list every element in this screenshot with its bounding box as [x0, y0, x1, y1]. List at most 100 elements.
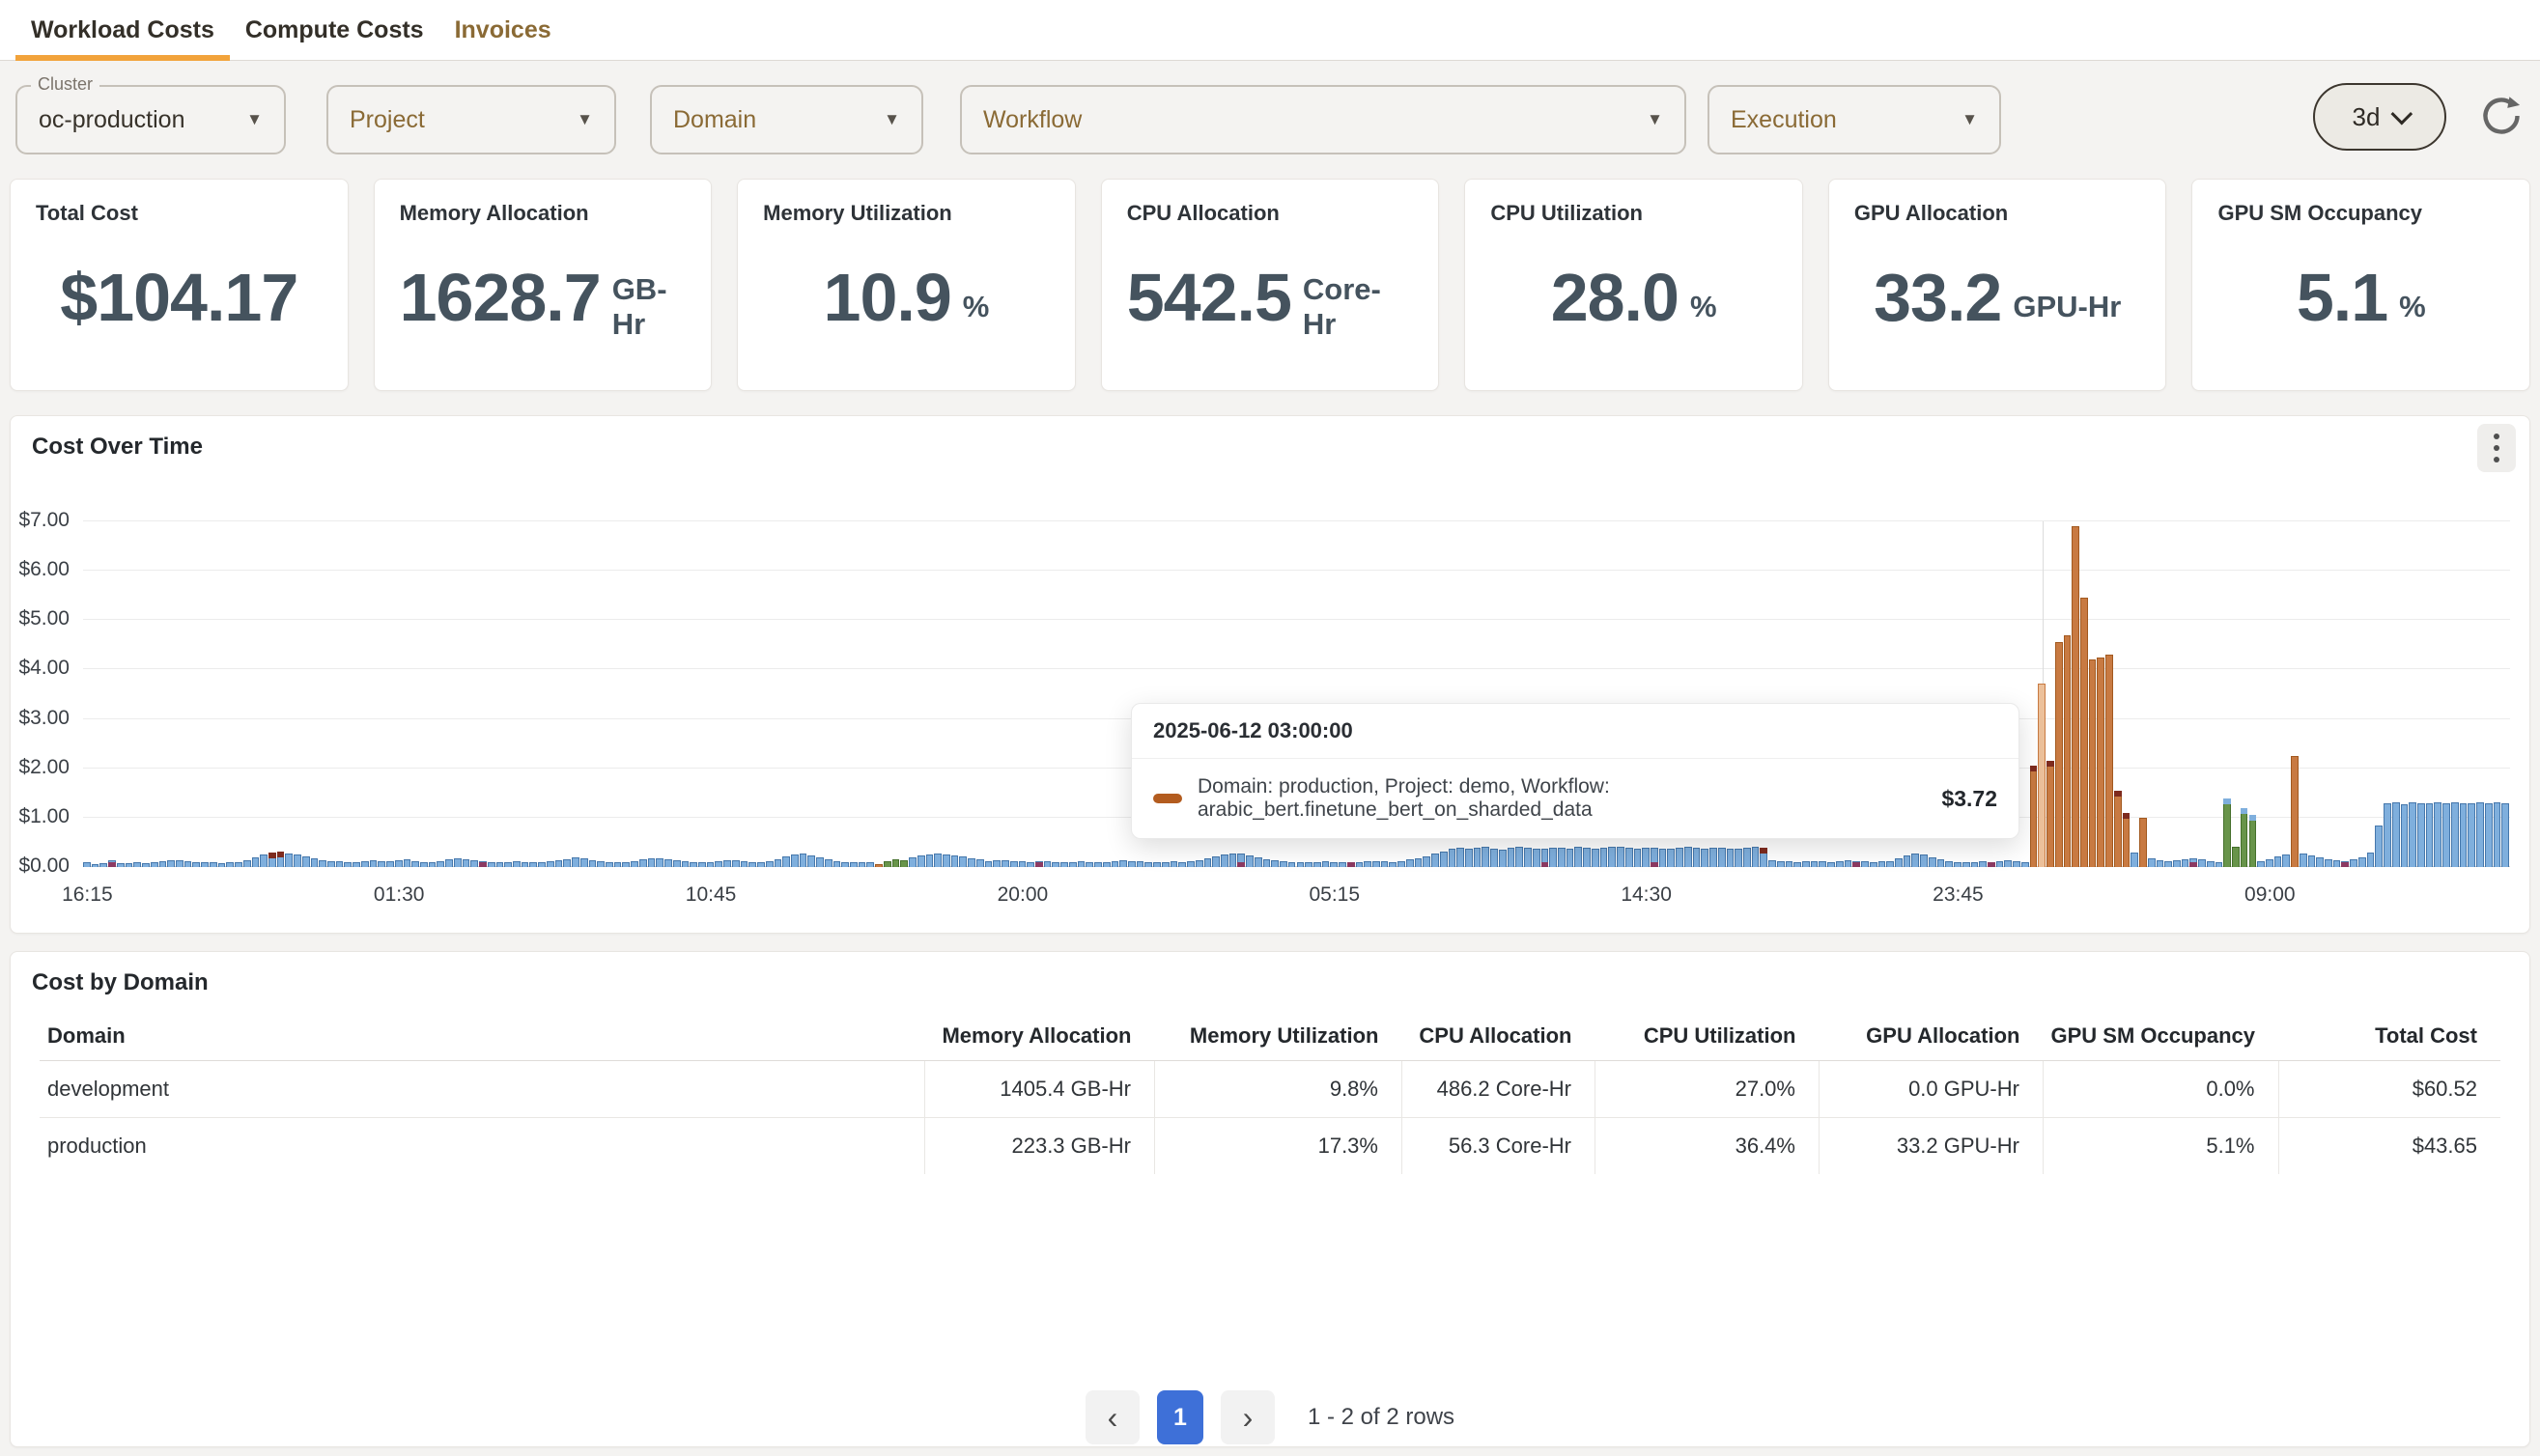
cost-bar[interactable] [2173, 860, 2181, 867]
cost-bar[interactable] [1297, 862, 1305, 867]
cost-bar[interactable] [993, 860, 1001, 867]
cost-bar[interactable] [1237, 854, 1245, 867]
cost-bar[interactable] [732, 860, 740, 867]
cost-bar[interactable] [1178, 862, 1186, 867]
cost-bar[interactable] [1196, 860, 1203, 867]
cost-bar[interactable] [1456, 848, 1464, 867]
cost-bar[interactable] [1162, 862, 1170, 867]
cost-bar[interactable] [2442, 803, 2450, 867]
cost-bar[interactable] [226, 862, 234, 867]
cost-bar[interactable] [1002, 860, 1009, 867]
cost-bar[interactable] [411, 861, 419, 867]
cost-bar[interactable] [1263, 859, 1271, 867]
tab-workload-costs[interactable]: Workload Costs [15, 0, 230, 60]
cost-bar[interactable] [1044, 861, 1052, 867]
cost-bar[interactable] [2494, 802, 2501, 867]
cost-bar[interactable] [1423, 856, 1430, 867]
cost-bar[interactable] [1929, 857, 1936, 867]
tab-invoices[interactable]: Invoices [439, 0, 567, 60]
cost-bar[interactable] [470, 860, 478, 867]
cost-bar[interactable] [1659, 849, 1667, 867]
cost-bar-production[interactable] [2064, 635, 2072, 867]
cost-bar[interactable] [2198, 859, 2206, 867]
cost-bar[interactable] [92, 864, 99, 867]
cost-bar[interactable] [985, 861, 993, 867]
cost-bar[interactable] [1144, 862, 1152, 867]
cost-bar[interactable] [833, 861, 841, 867]
cost-bar[interactable] [606, 862, 613, 867]
cost-bar[interactable] [260, 854, 268, 867]
refresh-button[interactable] [2474, 89, 2528, 143]
cost-bar[interactable] [1583, 848, 1591, 867]
cost-bar[interactable] [2350, 859, 2357, 867]
cost-bar[interactable] [1339, 862, 1346, 867]
cost-bar[interactable] [1911, 854, 1919, 867]
cost-bar[interactable] [2316, 857, 2324, 867]
cost-bar[interactable] [2257, 861, 2265, 867]
cost-bar[interactable] [934, 854, 942, 867]
cost-bar[interactable] [1549, 848, 1557, 867]
cost-bar-production[interactable] [2046, 761, 2054, 867]
cost-bar[interactable] [631, 861, 638, 867]
cost-bar[interactable] [622, 862, 630, 867]
tab-compute-costs[interactable]: Compute Costs [230, 0, 439, 60]
cost-bar[interactable] [800, 854, 807, 867]
cost-bar[interactable] [1777, 861, 1785, 867]
cost-bar[interactable] [1271, 860, 1279, 867]
cost-bar[interactable] [538, 862, 546, 867]
cost-bar[interactable] [2392, 802, 2400, 867]
cost-bar[interactable] [1845, 860, 1852, 867]
cost-bar[interactable] [926, 854, 934, 867]
cost-bar[interactable] [690, 862, 697, 867]
workflow-select[interactable]: Workflow▼ [960, 85, 1686, 154]
cost-bar[interactable] [1482, 847, 1489, 867]
cost-bar[interactable] [513, 861, 521, 867]
cost-bar[interactable] [319, 860, 326, 867]
cost-bar[interactable] [2358, 857, 2366, 867]
cost-bar[interactable] [1305, 862, 1312, 867]
cost-bar[interactable] [951, 855, 959, 867]
cost-bar[interactable] [1094, 862, 1102, 867]
cost-bar-secondary[interactable] [2249, 815, 2257, 867]
cost-bar[interactable] [1811, 861, 1819, 867]
cost-bar[interactable] [1119, 860, 1127, 867]
cost-bar[interactable] [99, 863, 107, 867]
cost-bar[interactable] [1768, 860, 1776, 867]
cost-bar[interactable] [682, 861, 690, 867]
cost-bar[interactable] [1010, 861, 1018, 867]
cost-bar[interactable] [1364, 861, 1371, 867]
cost-bar[interactable] [1137, 861, 1144, 867]
cost-bar[interactable] [1920, 854, 1928, 867]
cost-bar[interactable] [1684, 847, 1692, 867]
cost-bar[interactable] [1954, 862, 1961, 867]
cost-bar[interactable] [529, 862, 537, 867]
cost-bar[interactable] [1634, 849, 1642, 867]
cost-bar[interactable] [1945, 861, 1953, 867]
cost-bar[interactable] [1709, 848, 1717, 867]
cost-bar[interactable] [117, 863, 125, 867]
cost-bar[interactable] [167, 860, 175, 867]
cost-bar[interactable] [420, 862, 428, 867]
cost-bar[interactable] [1397, 861, 1405, 867]
cost-bar[interactable] [597, 861, 605, 867]
cost-bar[interactable] [1415, 858, 1423, 867]
cost-bar[interactable] [816, 857, 824, 867]
cost-bar[interactable] [1608, 847, 1616, 867]
cost-bar[interactable] [2274, 856, 2282, 867]
domain-select[interactable]: Domain▼ [650, 85, 923, 154]
time-range-button[interactable]: 3d [2313, 83, 2446, 151]
cost-bar[interactable] [1103, 862, 1111, 867]
cost-bar[interactable] [1743, 848, 1751, 867]
cost-bar[interactable] [2409, 802, 2416, 867]
cost-bar[interactable] [1886, 861, 1894, 867]
cost-bar-production[interactable] [2089, 659, 2097, 867]
cost-bar-production[interactable] [2139, 818, 2147, 867]
cost-bar[interactable] [2485, 803, 2493, 867]
cost-bar[interactable] [825, 859, 833, 867]
cost-bar[interactable] [1962, 862, 1970, 867]
cost-bar[interactable] [1389, 862, 1397, 867]
cost-bar[interactable] [1988, 862, 1995, 867]
cost-bar[interactable] [1431, 854, 1439, 867]
cost-bar[interactable] [707, 862, 715, 867]
cost-bar[interactable] [1727, 849, 1735, 867]
